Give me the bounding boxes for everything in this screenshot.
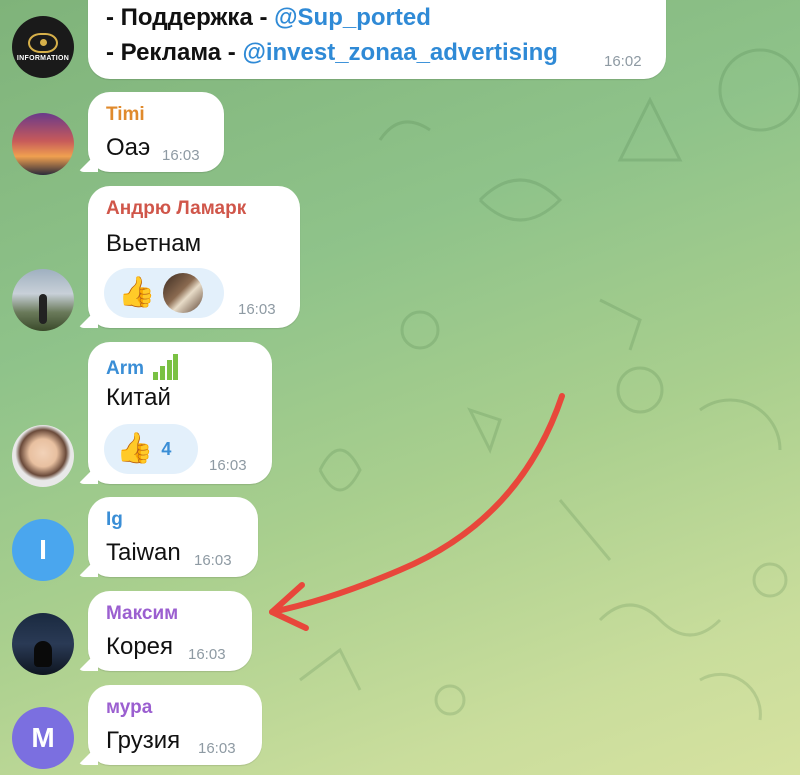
sender-name[interactable]: Arm (106, 354, 179, 380)
signal-bars-icon (153, 354, 179, 380)
support-label: - Поддержка - (106, 4, 275, 31)
thumbs-up-icon: 👍 (116, 432, 154, 465)
sender-name[interactable]: мура (106, 697, 152, 719)
reaction-thumbs-up[interactable]: 👍 4 (104, 424, 198, 474)
support-line: - Поддержка - @Sup_ported (106, 4, 431, 32)
sender-name[interactable]: Максим (106, 603, 178, 625)
channel-message-bubble[interactable]: - Поддержка - @Sup_ported - Реклама - @i… (88, 0, 666, 79)
message-time: 16:03 (238, 301, 276, 318)
channel-avatar-label: INFORMATION (16, 54, 70, 62)
message-time: 16:03 (162, 147, 200, 164)
avatar-arm[interactable] (12, 425, 74, 487)
reaction-count: 4 (161, 438, 172, 459)
ads-line: - Реклама - @invest_zonaa_advertising (106, 39, 558, 67)
message-text: Грузия (106, 727, 181, 754)
message-time: 16:03 (194, 552, 232, 569)
ads-label: - Реклама - (106, 39, 243, 66)
message-ig[interactable]: Ig Taiwan 16:03 (88, 497, 258, 577)
support-link[interactable]: @Sup_ported (274, 4, 431, 31)
sender-name[interactable]: Ig (106, 509, 123, 531)
message-time: 16:03 (198, 740, 236, 757)
message-time: 16:02 (604, 53, 642, 70)
avatar-ig[interactable]: I (12, 519, 74, 581)
avatar-timi[interactable] (12, 113, 74, 175)
avatar-letter: M (31, 722, 55, 753)
reactor-avatar (163, 273, 204, 313)
message-text: Корея (106, 633, 174, 660)
eye-emblem-icon (28, 32, 58, 53)
message-text: Оаэ (106, 134, 151, 161)
message-mura[interactable]: мура Грузия 16:03 (88, 685, 262, 765)
message-arm[interactable]: Arm Китай 👍 4 16:03 (88, 342, 272, 484)
ads-link[interactable]: @invest_zonaa_advertising (242, 39, 558, 66)
avatar-maksim[interactable] (12, 613, 74, 675)
channel-avatar[interactable]: INFORMATION (12, 16, 74, 78)
thumbs-up-icon: 👍 (118, 276, 156, 309)
sender-name[interactable]: Андрю Ламарк (106, 198, 246, 220)
avatar-letter: I (39, 534, 47, 565)
sender-name-label: Arm (106, 358, 145, 379)
message-andryu[interactable]: Андрю Ламарк Вьетнам 👍 16:03 (88, 186, 300, 328)
avatar-andryu[interactable] (12, 269, 74, 331)
message-timi[interactable]: Timi Оаэ 16:03 (88, 92, 224, 172)
sender-name[interactable]: Timi (106, 104, 145, 126)
message-text: Вьетнам (106, 230, 202, 257)
message-text: Taiwan (106, 539, 181, 566)
message-text: Китай (106, 384, 171, 411)
reaction-thumbs-up[interactable]: 👍 (104, 268, 224, 318)
avatar-mura[interactable]: M (12, 707, 74, 769)
message-maksim[interactable]: Максим Корея 16:03 (88, 591, 252, 671)
message-time: 16:03 (188, 646, 226, 663)
message-time: 16:03 (209, 457, 247, 474)
